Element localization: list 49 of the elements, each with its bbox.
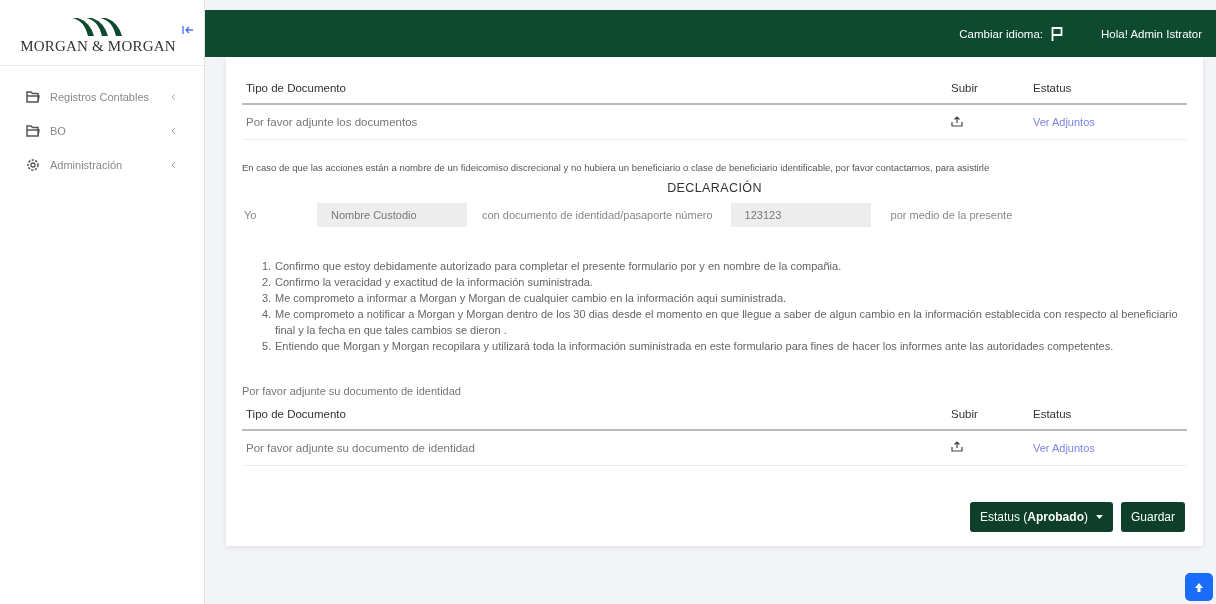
column-header: Estatus [1033,82,1073,94]
list-number: 4. [262,306,272,322]
save-button[interactable]: Guardar [1120,501,1185,532]
table-cell-text: Por favor adjunte los documentos [246,116,419,128]
statement-text: Me comprometo a notificar a Morgan y Morgan dentro de los 30 dias desde el momento en que llegue a saber de algun cambio en la información establecida con respecto al beneficiario final y la fecha en que tales cambios se dieron . [275,306,1179,338]
chevron-icon [171,93,176,101]
folder-icon [26,125,40,137]
arrow-up-icon [1194,581,1204,593]
statement-text: Confirmo la veracidad y exactitud de la información suministrada. [275,274,593,290]
declaration-text: por medio de la presente [889,209,1013,221]
column-header: Subir [951,407,979,420]
view-attachments-link[interactable]: Ver Adjuntos [1033,441,1095,454]
chevron-icon [171,127,176,135]
column-header: Tipo de Documento [246,82,347,94]
statement-text: Me comprometo a informar a Morgan y Morgan de cualquier cambio en la información aqui suministrada. [275,290,787,306]
logo-text: MORGAN & MORGAN [20,38,176,55]
language-label: Cambiar idioma: [959,27,1043,40]
identity-prompt: Por favor adjunte su documento de identidad [242,384,462,397]
sidebar-item[interactable]: Administración [0,148,204,182]
declaration-text: Yo [243,209,258,221]
statement-text: Entiendo que Morgan y Morgan recopilara y utilizará toda la información suministrada en este formulario para fines de hacer los informes ante las autoridades competentes. [275,338,1114,354]
id-number-field[interactable]: 123123 [730,203,871,227]
flag-icon[interactable] [1051,26,1063,41]
list-number: 2. [262,274,272,290]
folder-icon [26,91,40,103]
sidebar-item[interactable]: Registros Contables [0,80,204,114]
declaration-title: DECLARACIÓN [666,181,763,195]
statement-text: Confirmo que estoy debidamente autorizado para completar el presente formulario por y en nombre de la compañia. [275,259,842,274]
gear-icon [26,158,40,172]
status-dropdown-button[interactable]: Estatus (Aprobado) [969,501,1113,532]
list-number: 5. [262,338,272,354]
scroll-top-button[interactable] [1185,573,1213,601]
column-header: Subir [951,82,979,94]
upload-icon[interactable] [951,441,963,453]
notice-text: En caso de que las acciones están a nombre de un fideicomiso discrecional y no hubiera un beneficiario o clase de beneficiario identificable, por favor contactarnos, para asistirle [242,162,991,173]
table-cell-text: Por favor adjunte su documento de identidad [246,441,476,454]
collapse-icon[interactable] [181,25,194,35]
caret-icon [1095,514,1103,519]
user-greeting[interactable]: Hola! Admin Istrator [1101,27,1202,40]
chevron-icon [171,161,176,169]
upload-icon[interactable] [951,115,963,127]
view-attachments-link[interactable]: Ver Adjuntos [1033,116,1095,128]
column-header: Estatus [1033,407,1073,420]
sidebar-item[interactable]: BO [0,114,204,148]
list-number: 3. [262,290,272,306]
name-field[interactable]: Nombre Custodio [317,203,467,227]
list-number: 1. [262,259,272,274]
declaration-text: con documento de identidad/pasaporte número [481,209,714,221]
column-header: Tipo de Documento [246,407,347,420]
